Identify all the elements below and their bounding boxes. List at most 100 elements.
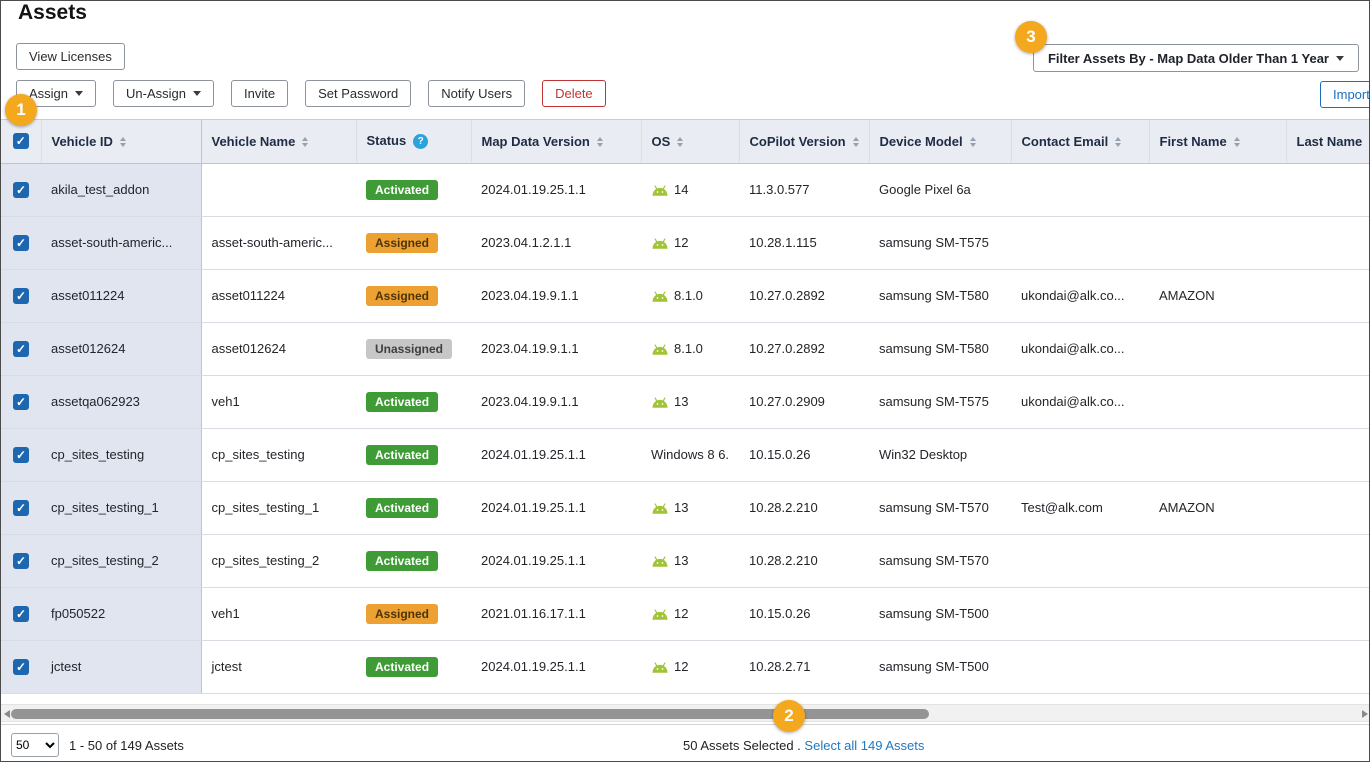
row-checkbox-cell: ✓: [1, 216, 41, 269]
import-button[interactable]: Import: [1320, 81, 1370, 108]
os-version-text: 12: [674, 606, 688, 621]
column-header-map_data_version[interactable]: Map Data Version: [471, 120, 641, 163]
copilot-version-cell: 10.28.2.210: [739, 534, 869, 587]
os-version-text: 13: [674, 500, 688, 515]
row-checkbox[interactable]: ✓: [13, 394, 29, 410]
annotation-badge-2: 2: [773, 700, 805, 732]
status-badge: Activated: [366, 392, 438, 412]
first-name-cell: [1149, 428, 1286, 481]
map-data-version-cell: 2021.01.16.17.1.1: [471, 587, 641, 640]
vehicle-id-cell: cp_sites_testing_1: [41, 481, 201, 534]
status-cell: Activated: [356, 640, 471, 693]
last-name-cell: [1286, 322, 1370, 375]
column-label: Map Data Version: [482, 134, 590, 149]
last-name-cell: [1286, 428, 1370, 481]
view-licenses-button[interactable]: View Licenses: [16, 43, 125, 70]
row-checkbox[interactable]: ✓: [13, 659, 29, 675]
copilot-version-cell: 10.27.0.2892: [739, 269, 869, 322]
first-name-cell: [1149, 216, 1286, 269]
device-model-cell: samsung SM-T570: [869, 481, 1011, 534]
column-label: Device Model: [880, 134, 963, 149]
map-data-version-cell: 2023.04.1.2.1.1: [471, 216, 641, 269]
selection-status: 50 Assets Selected . Select all 149 Asse…: [683, 738, 924, 753]
table-row: ✓akila_test_addonActivated2024.01.19.25.…: [1, 163, 1370, 216]
column-header-status: Status?: [356, 120, 471, 163]
vehicle-name-cell: cp_sites_testing: [201, 428, 356, 481]
status-cell: Assigned: [356, 269, 471, 322]
map-data-version-cell: 2023.04.19.9.1.1: [471, 322, 641, 375]
copilot-version-cell: 10.27.0.2909: [739, 375, 869, 428]
table-body: ✓akila_test_addonActivated2024.01.19.25.…: [1, 163, 1370, 693]
set-password-button[interactable]: Set Password: [305, 80, 411, 107]
notify-users-button[interactable]: Notify Users: [428, 80, 525, 107]
column-header-os[interactable]: OS: [641, 120, 739, 163]
column-header-last_name[interactable]: Last Name: [1286, 120, 1370, 163]
row-checkbox[interactable]: ✓: [13, 447, 29, 463]
row-checkbox-cell: ✓: [1, 640, 41, 693]
os-cell: Windows 8 6.: [641, 428, 739, 481]
select-all-link[interactable]: Select all 149 Assets: [804, 738, 924, 753]
scroll-left-arrow-icon[interactable]: [4, 710, 10, 718]
os-version-text: 13: [674, 394, 688, 409]
device-model-cell: samsung SM-T500: [869, 640, 1011, 693]
first-name-cell: [1149, 322, 1286, 375]
row-checkbox[interactable]: ✓: [13, 235, 29, 251]
sort-icon: [120, 137, 126, 147]
contact-email-cell: ukondai@alk.co...: [1011, 269, 1149, 322]
column-label: CoPilot Version: [750, 134, 846, 149]
row-checkbox[interactable]: ✓: [13, 553, 29, 569]
vehicle-name-cell: asset011224: [201, 269, 356, 322]
contact-email-cell: [1011, 587, 1149, 640]
last-name-cell: [1286, 163, 1370, 216]
scroll-right-arrow-icon[interactable]: [1362, 710, 1368, 718]
horizontal-scrollbar[interactable]: [1, 704, 1370, 722]
column-header-device_model[interactable]: Device Model: [869, 120, 1011, 163]
contact-email-cell: ukondai@alk.co...: [1011, 375, 1149, 428]
assets-table: ✓ Vehicle IDVehicle NameStatus? Map Data …: [1, 119, 1370, 694]
filter-assets-dropdown[interactable]: Filter Assets By - Map Data Older Than 1…: [1033, 44, 1359, 72]
contact-email-cell: [1011, 216, 1149, 269]
os-cell: 13: [641, 481, 739, 534]
row-checkbox[interactable]: ✓: [13, 288, 29, 304]
column-header-first_name[interactable]: First Name: [1149, 120, 1286, 163]
row-checkbox[interactable]: ✓: [13, 606, 29, 622]
filter-label: Filter Assets By - Map Data Older Than 1…: [1048, 51, 1329, 66]
column-header-contact_email[interactable]: Contact Email: [1011, 120, 1149, 163]
row-checkbox-cell: ✓: [1, 428, 41, 481]
invite-button[interactable]: Invite: [231, 80, 288, 107]
android-icon: [651, 397, 669, 408]
delete-button[interactable]: Delete: [542, 80, 606, 107]
vehicle-id-cell: cp_sites_testing: [41, 428, 201, 481]
column-header-vehicle_id[interactable]: Vehicle ID: [41, 120, 201, 163]
device-model-cell: Win32 Desktop: [869, 428, 1011, 481]
status-cell: Activated: [356, 428, 471, 481]
vehicle-name-cell: [201, 163, 356, 216]
column-header-copilot_version[interactable]: CoPilot Version: [739, 120, 869, 163]
copilot-version-cell: 10.27.0.2892: [739, 322, 869, 375]
last-name-cell: [1286, 481, 1370, 534]
os-cell: 13: [641, 375, 739, 428]
device-model-cell: samsung SM-T500: [869, 587, 1011, 640]
first-name-cell: AMAZON: [1149, 269, 1286, 322]
status-cell: Activated: [356, 481, 471, 534]
row-checkbox[interactable]: ✓: [13, 341, 29, 357]
row-checkbox[interactable]: ✓: [13, 500, 29, 516]
sort-icon: [1115, 137, 1121, 147]
select-all-checkbox[interactable]: ✓: [13, 133, 29, 149]
column-header-vehicle_name[interactable]: Vehicle Name: [201, 120, 356, 163]
action-toolbar: Assign Un-Assign Invite Set Password Not…: [16, 80, 606, 107]
status-cell: Activated: [356, 163, 471, 216]
android-icon: [651, 662, 669, 673]
row-checkbox-cell: ✓: [1, 481, 41, 534]
vehicle-name-cell: cp_sites_testing_2: [201, 534, 356, 587]
row-checkbox-cell: ✓: [1, 322, 41, 375]
os-cell: 12: [641, 587, 739, 640]
vehicle-id-cell: jctest: [41, 640, 201, 693]
vehicle-name-cell: veh1: [201, 587, 356, 640]
row-checkbox[interactable]: ✓: [13, 182, 29, 198]
page-size-select[interactable]: 50: [11, 733, 59, 757]
table-row: ✓fp050522veh1Assigned2021.01.16.17.1.112…: [1, 587, 1370, 640]
sort-icon: [970, 137, 976, 147]
help-icon[interactable]: ?: [413, 134, 428, 149]
unassign-button[interactable]: Un-Assign: [113, 80, 214, 107]
